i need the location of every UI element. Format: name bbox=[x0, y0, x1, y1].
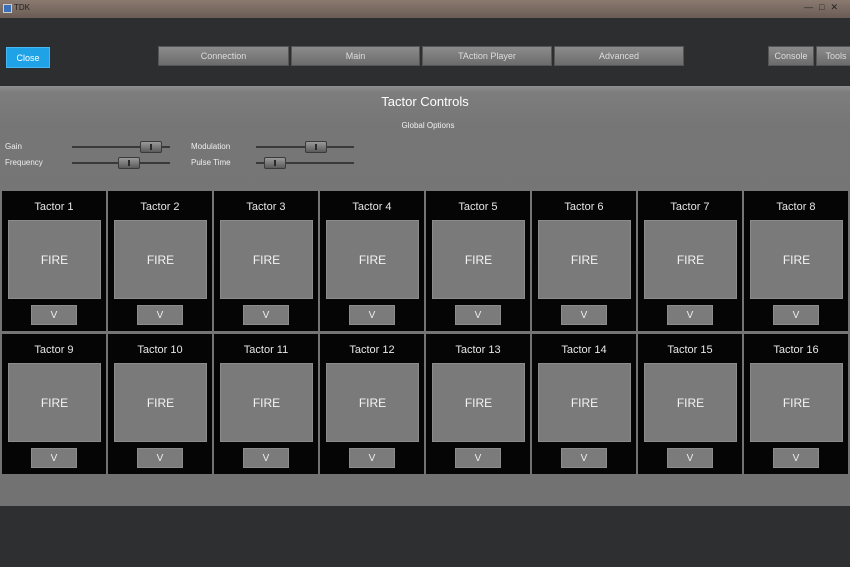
tactor-name: Tactor 1 bbox=[34, 201, 74, 213]
tactor-tile-3: Tactor 3 FIRE V bbox=[214, 191, 318, 331]
tactor-name: Tactor 13 bbox=[455, 344, 501, 356]
tactor-name: Tactor 12 bbox=[349, 344, 395, 356]
window-title: TDK bbox=[14, 3, 30, 12]
main-content: Tactor Controls Global Options Gain Freq… bbox=[0, 86, 850, 506]
top-toolbar: Close Connection Main TAction Player Adv… bbox=[0, 18, 850, 86]
tactor-tile-8: Tactor 8 FIRE V bbox=[744, 191, 848, 331]
slider-thumb[interactable] bbox=[118, 157, 140, 169]
tactor-tile-5: Tactor 5 FIRE V bbox=[426, 191, 530, 331]
tactor-dropdown-button[interactable]: V bbox=[667, 305, 713, 325]
pulse-time-label: Pulse Time bbox=[191, 158, 231, 167]
tactor-dropdown-button[interactable]: V bbox=[243, 305, 289, 325]
tactor-tile-15: Tactor 15 FIRE V bbox=[638, 334, 742, 474]
tactor-name: Tactor 6 bbox=[564, 201, 604, 213]
tab-advanced[interactable]: Advanced bbox=[554, 46, 684, 66]
tactor-name: Tactor 9 bbox=[34, 344, 74, 356]
slider-thumb[interactable] bbox=[264, 157, 286, 169]
tactor-dropdown-button[interactable]: V bbox=[773, 305, 819, 325]
tactor-grid: Tactor 1 FIRE V Tactor 2 FIRE V Tactor 3 FIRE V T… bbox=[2, 191, 850, 475]
tactor-dropdown-button[interactable]: V bbox=[137, 448, 183, 468]
tactor-tile-11: Tactor 11 FIRE V bbox=[214, 334, 318, 474]
tactor-tile-16: Tactor 16 FIRE V bbox=[744, 334, 848, 474]
tactor-tile-1: Tactor 1 FIRE V bbox=[2, 191, 106, 331]
fire-button[interactable]: FIRE bbox=[432, 220, 525, 299]
fire-button[interactable]: FIRE bbox=[220, 363, 313, 442]
frequency-label: Frequency bbox=[5, 158, 43, 167]
bottom-bar bbox=[0, 506, 850, 567]
tactor-name: Tactor 14 bbox=[561, 344, 607, 356]
tactor-tile-12: Tactor 12 FIRE V bbox=[320, 334, 424, 474]
tactor-dropdown-button[interactable]: V bbox=[773, 448, 819, 468]
tactor-dropdown-button[interactable]: V bbox=[455, 305, 501, 325]
tactor-tile-7: Tactor 7 FIRE V bbox=[638, 191, 742, 331]
gain-label: Gain bbox=[5, 142, 22, 151]
modulation-label: Modulation bbox=[191, 142, 231, 151]
tactor-tile-14: Tactor 14 FIRE V bbox=[532, 334, 636, 474]
tactor-dropdown-button[interactable]: V bbox=[455, 448, 501, 468]
slider-thumb[interactable] bbox=[305, 141, 327, 153]
frequency-slider[interactable] bbox=[72, 157, 170, 169]
tactor-dropdown-button[interactable]: V bbox=[561, 305, 607, 325]
fire-button[interactable]: FIRE bbox=[220, 220, 313, 299]
fire-button[interactable]: FIRE bbox=[114, 220, 207, 299]
tactor-name: Tactor 2 bbox=[140, 201, 180, 213]
tactor-name: Tactor 5 bbox=[458, 201, 498, 213]
global-options-heading: Global Options bbox=[401, 121, 455, 130]
fire-button[interactable]: FIRE bbox=[432, 363, 525, 442]
console-button[interactable]: Console bbox=[768, 46, 814, 66]
tactor-dropdown-button[interactable]: V bbox=[137, 305, 183, 325]
slider-thumb[interactable] bbox=[140, 141, 162, 153]
modulation-slider[interactable] bbox=[256, 141, 354, 153]
tactor-dropdown-button[interactable]: V bbox=[667, 448, 713, 468]
tactor-tile-2: Tactor 2 FIRE V bbox=[108, 191, 212, 331]
window-titlebar: TDK —□✕ bbox=[0, 0, 850, 18]
fire-button[interactable]: FIRE bbox=[538, 220, 631, 299]
page-title: Tactor Controls bbox=[381, 94, 469, 109]
tab-main[interactable]: Main bbox=[291, 46, 420, 66]
tactor-dropdown-button[interactable]: V bbox=[349, 305, 395, 325]
tactor-name: Tactor 11 bbox=[243, 344, 289, 356]
tactor-name: Tactor 8 bbox=[776, 201, 816, 213]
fire-button[interactable]: FIRE bbox=[8, 220, 101, 299]
close-button[interactable]: Close bbox=[6, 47, 50, 68]
tactor-app-window: TDK —□✕ Close Connection Main TAction Pl… bbox=[0, 0, 850, 567]
tactor-tile-10: Tactor 10 FIRE V bbox=[108, 334, 212, 474]
fire-button[interactable]: FIRE bbox=[114, 363, 207, 442]
app-icon bbox=[3, 4, 12, 13]
tools-button[interactable]: Tools bbox=[816, 46, 850, 66]
tactor-dropdown-button[interactable]: V bbox=[243, 448, 289, 468]
fire-button[interactable]: FIRE bbox=[750, 363, 843, 442]
tactor-name: Tactor 15 bbox=[667, 344, 713, 356]
tactor-tile-4: Tactor 4 FIRE V bbox=[320, 191, 424, 331]
tactor-tile-6: Tactor 6 FIRE V bbox=[532, 191, 636, 331]
pulse-time-slider[interactable] bbox=[256, 157, 354, 169]
tab-connection[interactable]: Connection bbox=[158, 46, 289, 66]
window-controls[interactable]: —□✕ bbox=[804, 2, 844, 13]
tactor-name: Tactor 10 bbox=[137, 344, 183, 356]
tactor-dropdown-button[interactable]: V bbox=[561, 448, 607, 468]
fire-button[interactable]: FIRE bbox=[644, 220, 737, 299]
tactor-tile-9: Tactor 9 FIRE V bbox=[2, 334, 106, 474]
tactor-name: Tactor 3 bbox=[246, 201, 286, 213]
gain-slider[interactable] bbox=[72, 141, 170, 153]
tactor-dropdown-button[interactable]: V bbox=[31, 305, 77, 325]
tactor-name: Tactor 16 bbox=[773, 344, 819, 356]
fire-button[interactable]: FIRE bbox=[644, 363, 737, 442]
tactor-dropdown-button[interactable]: V bbox=[349, 448, 395, 468]
tactor-tile-13: Tactor 13 FIRE V bbox=[426, 334, 530, 474]
fire-button[interactable]: FIRE bbox=[326, 220, 419, 299]
fire-button[interactable]: FIRE bbox=[538, 363, 631, 442]
tab-taction-player[interactable]: TAction Player bbox=[422, 46, 552, 66]
fire-button[interactable]: FIRE bbox=[326, 363, 419, 442]
tactor-name: Tactor 4 bbox=[352, 201, 392, 213]
fire-button[interactable]: FIRE bbox=[750, 220, 843, 299]
tactor-dropdown-button[interactable]: V bbox=[31, 448, 77, 468]
fire-button[interactable]: FIRE bbox=[8, 363, 101, 442]
tactor-name: Tactor 7 bbox=[670, 201, 710, 213]
